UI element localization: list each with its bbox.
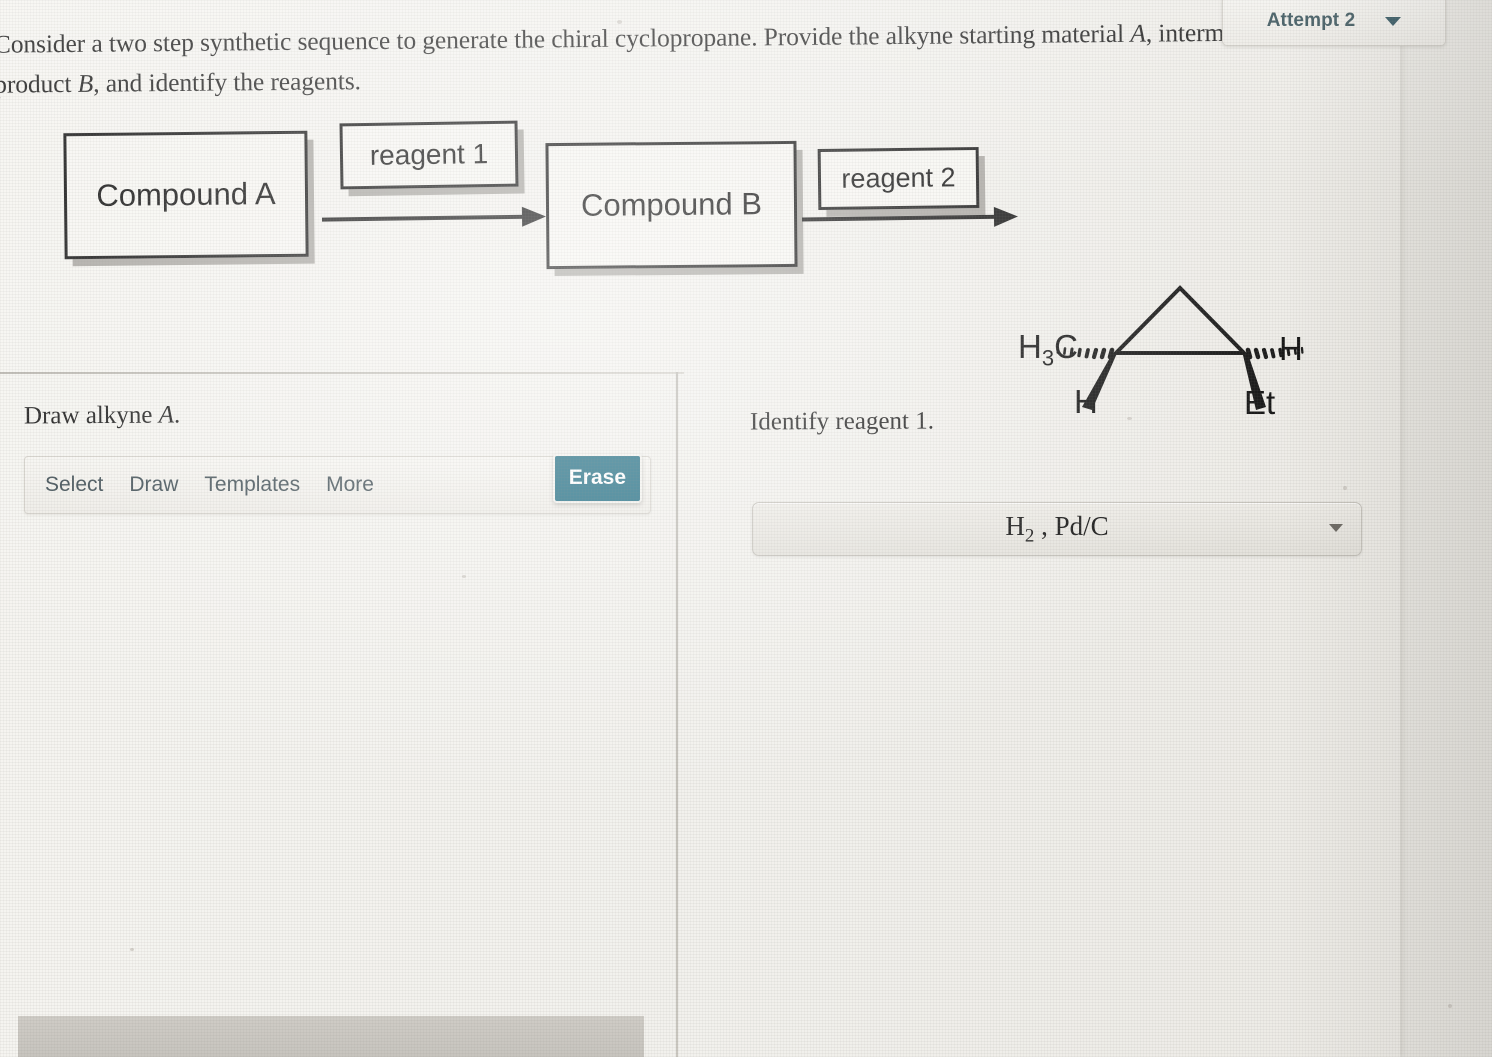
dust-speck <box>1127 417 1132 420</box>
question-italic-a: A <box>1130 18 1146 48</box>
canvas-bottom-scrollbar[interactable] <box>18 1016 644 1057</box>
question-text-part3: , and identify the reagents. <box>93 66 362 98</box>
draw-panel-title-italic: A <box>158 401 175 429</box>
reagent-1-box: reagent 1 <box>339 120 519 190</box>
toolbar-item-draw[interactable]: Draw <box>116 473 191 497</box>
methyl-label: H3C <box>1018 328 1078 371</box>
compound-b-box: Compound B <box>545 140 798 270</box>
compound-b-label: Compound B <box>580 186 763 223</box>
reaction-arrow-2-icon <box>801 206 1020 229</box>
dust-speck <box>1343 486 1347 490</box>
chevron-down-icon <box>1329 524 1343 532</box>
attempt-label: Attempt 2 <box>1266 10 1356 31</box>
question-italic-b: B <box>77 68 94 98</box>
chevron-down-icon <box>1385 16 1402 26</box>
question-text-part1: Consider a two step synthetic sequence t… <box>0 18 1131 59</box>
dust-speck <box>617 20 622 24</box>
identify-reagent-panel: Identify reagent 1. H2 , Pd/C <box>678 374 1400 1057</box>
erase-button[interactable]: Erase <box>552 454 642 503</box>
reaction-scheme: Compound A reagent 1 Compound B reagent … <box>0 110 1400 421</box>
draw-panel-title: Draw alkyne A. <box>24 401 180 430</box>
question-prompt: Consider a two step synthetic sequence t… <box>0 11 1394 104</box>
dust-speck <box>130 948 134 951</box>
reagent-1-label: reagent 1 <box>369 138 489 171</box>
compound-a-box: Compound A <box>63 130 309 260</box>
cyclopropane-structure: H3C H H Et <box>1008 158 1338 421</box>
dust-speck <box>1448 1004 1452 1008</box>
dust-speck <box>462 575 466 578</box>
molecule-drawing-canvas[interactable] <box>14 514 662 984</box>
reagent-panel-title: Identify reagent 1. <box>749 407 935 436</box>
toolbar-item-more[interactable]: More <box>313 473 387 497</box>
toolbar-item-templates[interactable]: Templates <box>191 473 313 497</box>
reaction-arrow-1-icon <box>321 206 548 229</box>
reagent-1-select[interactable]: H2 , Pd/C <box>752 502 1362 556</box>
toolbar-item-select[interactable]: Select <box>32 473 116 497</box>
compound-a-label: Compound A <box>96 176 276 213</box>
attempt-selector[interactable]: Attempt 2 <box>1222 0 1446 46</box>
draw-alkyne-panel: Draw alkyne A. Select Draw Templates Mor… <box>0 374 676 1057</box>
draw-panel-title-suffix: . <box>173 401 181 429</box>
reagent-2-box: reagent 2 <box>817 147 980 210</box>
h-right-label: H <box>1279 330 1303 367</box>
drawing-toolbar: Select Draw Templates More Erase <box>24 454 651 514</box>
reagent-2-label: reagent 2 <box>841 162 956 194</box>
draw-panel-title-prefix: Draw alkyne <box>23 401 159 430</box>
reagent-1-selected-value: H2 , Pd/C <box>1005 510 1109 547</box>
